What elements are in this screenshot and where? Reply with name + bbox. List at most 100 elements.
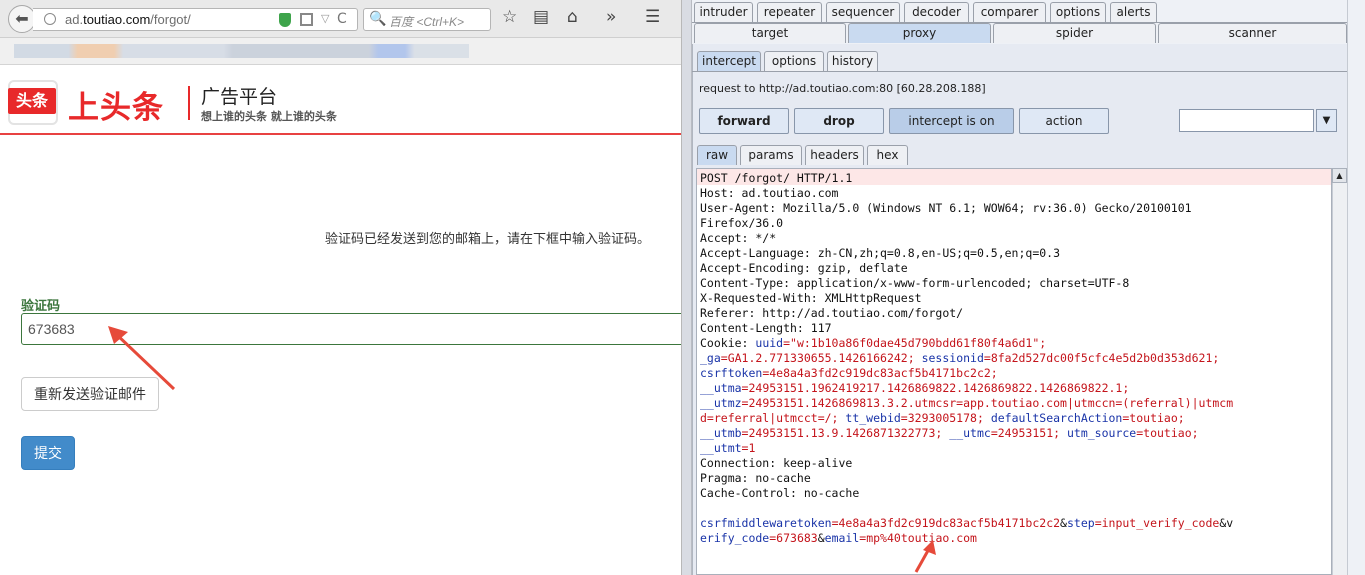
request-line: User-Agent: Mozilla/5.0 (Windows NT 6.1;… (700, 201, 1192, 215)
search-icon[interactable]: 🔍 (369, 11, 386, 27)
param-value: =8fa2d527dc00f5cfc4e5d2b0d353d621; (983, 351, 1220, 365)
request-text: Cookie: (700, 336, 756, 350)
request-editor[interactable]: POST /forgot/ HTTP/1.1 Host: ad.toutiao.c… (696, 168, 1332, 575)
submit-button[interactable]: 提交 (21, 436, 75, 470)
tab-proxy-0[interactable]: intercept (697, 51, 761, 71)
burp-window: intruder repeater sequencer decoder comparer… (682, 0, 1365, 575)
url-text[interactable]: ad.toutiao.com/forgot/ (65, 12, 191, 27)
param-key: sessionid (921, 351, 984, 365)
scroll-up-icon[interactable]: ▲ (1332, 168, 1347, 183)
request-line: POST /forgot/ HTTP/1.1 (700, 171, 853, 185)
request-line: X-Requested-With: XMLHttpRequest (700, 291, 922, 305)
scrollbar[interactable] (1332, 168, 1347, 575)
logo-divider (188, 86, 190, 120)
header-divider (0, 133, 681, 135)
url-bar[interactable]: ad.toutiao.com/forgot/ ▽ C (33, 8, 358, 31)
tab-tool-5[interactable]: options (1050, 2, 1106, 22)
action-combo[interactable] (1179, 109, 1314, 132)
cookie-line: __utma=24953151.1962419217.1426869822.14… (700, 381, 1233, 396)
request-line: Accept-Encoding: gzip, deflate (700, 261, 908, 275)
window-edge (1347, 0, 1365, 575)
param-key: __utmt (700, 441, 742, 455)
tab-tool-1[interactable]: repeater (757, 2, 822, 22)
tab-tool-4[interactable]: comparer (973, 2, 1046, 22)
cookie-line: __utmb=24953151.13.9.1426871322773; __ut… (700, 426, 1233, 441)
request-line: Referer: http://ad.toutiao.com/forgot/ (700, 306, 964, 320)
param-key: __utma (700, 381, 742, 395)
back-icon[interactable]: ⬅ (8, 5, 36, 33)
tab-section-0[interactable]: target (694, 23, 846, 43)
logo-badge: 头条 (8, 88, 56, 114)
cookie-line: __utmz=24953151.1426869813.3.2.utmcsr=ap… (700, 396, 1233, 411)
cookie-line: Cookie: uuid="w:1b10a86f0dae45d790bdd61f… (700, 336, 1233, 351)
annotation-arrow-icon (914, 540, 936, 573)
cookie-line: __utmt=1 (700, 441, 1233, 456)
tab-proxy-1[interactable]: options (764, 51, 824, 71)
cookie-line: csrftoken=4e8a4a3fd2c919dc83acf5b4171bc2… (700, 366, 1233, 381)
request-text: &v (1219, 516, 1234, 530)
request-line: Host: ad.toutiao.com (700, 186, 839, 200)
logo-title: 上头条 (68, 90, 164, 126)
url-host: toutiao.com (83, 12, 151, 27)
param-value: =input_verify_code (1094, 516, 1220, 530)
tab-section-1[interactable]: proxy (848, 23, 991, 43)
double-chevron-icon[interactable]: » (606, 7, 616, 27)
param-value: =24953151.1426869813.3.2.utmcsr=app.tout… (741, 396, 1234, 410)
forward-button[interactable]: forward (699, 108, 789, 134)
info-text: 验证码已经发送到您的邮箱上，请在下框中输入验证码。 (325, 232, 651, 247)
blurred-bookmarks (14, 44, 469, 58)
star-icon[interactable]: ☆ (502, 7, 517, 27)
param-key: defaultSearchAction (990, 411, 1123, 425)
tab-tool-3[interactable]: decoder (904, 2, 969, 22)
url-path: /forgot/ (150, 12, 191, 27)
chevron-down-icon[interactable]: ▽ (321, 12, 329, 25)
param-key: utm_source (1066, 426, 1137, 440)
globe-icon (44, 13, 56, 25)
logo-slogan: 想上谁的头条 就上谁的头条 (201, 110, 337, 123)
qr-code-icon[interactable] (300, 13, 313, 26)
search-bar[interactable]: 🔍 百度 <Ctrl+K> (363, 8, 491, 31)
param-key: email (824, 531, 860, 545)
param-value: =toutiao; (1136, 426, 1199, 440)
request-line: Content-Length: 117 (700, 321, 832, 335)
tab-view-3[interactable]: hex (867, 145, 908, 165)
param-key: _ga (700, 351, 721, 365)
shield-icon[interactable] (279, 13, 291, 27)
request-line: Firefox/36.0 (700, 216, 784, 230)
param-value: =3293005178; (900, 411, 991, 425)
param-key: __utmc (949, 426, 991, 440)
request-target: request to http://ad.toutiao.com:80 [60.… (699, 82, 986, 95)
param-key: csrfmiddlewaretoken (700, 516, 832, 530)
param-value: d=referral|utmcct=/; (700, 411, 846, 425)
tab-view-1[interactable]: params (740, 145, 802, 165)
home-icon[interactable]: ⌂ (567, 7, 578, 27)
request-line: Connection: keep-alive (700, 456, 853, 470)
reader-icon[interactable]: ▤ (533, 7, 549, 27)
param-value: =24953151.13.9.1426871322773; (741, 426, 950, 440)
chevron-down-icon[interactable]: ▼ (1316, 109, 1337, 132)
tab-tool-6[interactable]: alerts (1110, 2, 1157, 22)
request-text: & (1060, 516, 1067, 530)
param-value: =24953151.1962419217.1426869822.14268698… (741, 381, 1130, 395)
param-key: csrftoken (700, 366, 763, 380)
reload-icon[interactable]: C (337, 11, 347, 27)
drop-button[interactable]: drop (794, 108, 884, 134)
browser-window: ⬅ ad.toutiao.com/forgot/ ▽ C 🔍 百度 <Ctrl+… (0, 0, 682, 575)
logo-platform: 广告平台 (201, 86, 278, 108)
intercept-toggle-button[interactable]: intercept is on (889, 108, 1014, 134)
tab-view-2[interactable]: headers (805, 145, 864, 165)
param-value: =GA1.2.771330655.1426166242; (720, 351, 922, 365)
tab-tool-0[interactable]: intruder (694, 2, 753, 22)
tab-tool-2[interactable]: sequencer (826, 2, 900, 22)
action-button[interactable]: action (1019, 108, 1109, 134)
tab-view-0[interactable]: raw (697, 145, 737, 165)
tab-section-3[interactable]: scanner (1158, 23, 1347, 43)
tab-proxy-2[interactable]: history (827, 51, 878, 71)
annotation-arrow-icon (108, 326, 176, 391)
param-value: =1 (741, 441, 756, 455)
tab-section-2[interactable]: spider (993, 23, 1156, 43)
hamburger-icon[interactable]: ☰ (645, 7, 660, 27)
param-key: uuid (755, 336, 784, 350)
request-body[interactable]: POST /forgot/ HTTP/1.1 Host: ad.toutiao.c… (700, 171, 1233, 546)
window-edge (682, 0, 692, 575)
